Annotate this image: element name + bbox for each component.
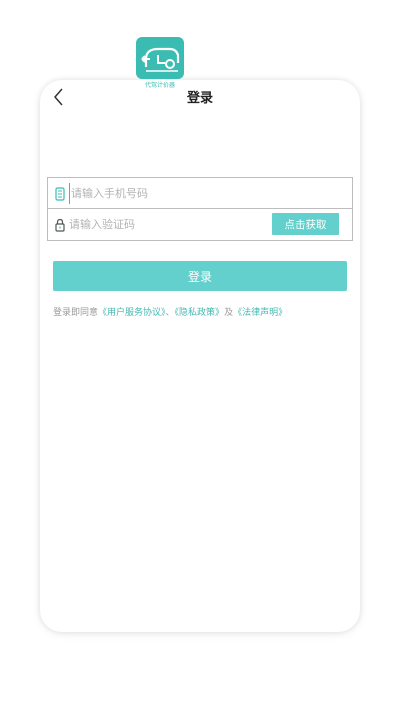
car-meter-logo-icon (141, 47, 180, 72)
app-logo (136, 37, 184, 79)
phone-input[interactable] (69, 183, 259, 204)
get-code-button[interactable]: 点击获取 (272, 213, 339, 235)
privacy-policy-link[interactable]: 《隐私政策》 (175, 308, 225, 318)
phone-icon (54, 187, 66, 201)
code-row: 点击获取 (48, 209, 352, 240)
page-title: 登录 (186, 91, 213, 106)
logo-caption: 代驾计价器 (144, 82, 175, 89)
login-button[interactable]: 登录 (53, 261, 347, 291)
agreement-prefix: 登录即同意 (53, 308, 99, 318)
agreement-conjunction: 及 (224, 308, 234, 318)
nav-bar: 登录 (40, 80, 360, 112)
phone-row (48, 178, 352, 209)
lock-icon (54, 218, 66, 232)
agreement-text: 登录即同意《用户服务协议》、《隐私政策》及《法律声明》 (53, 305, 353, 318)
login-form: 点击获取 (47, 177, 353, 241)
user-agreement-link[interactable]: 《用户服务协议》 (98, 308, 166, 318)
legal-statement-link[interactable]: 《法律声明》 (233, 308, 287, 318)
code-input[interactable] (69, 214, 259, 235)
login-card: 登录 (40, 80, 360, 632)
agreement-separator: 、 (165, 308, 175, 318)
